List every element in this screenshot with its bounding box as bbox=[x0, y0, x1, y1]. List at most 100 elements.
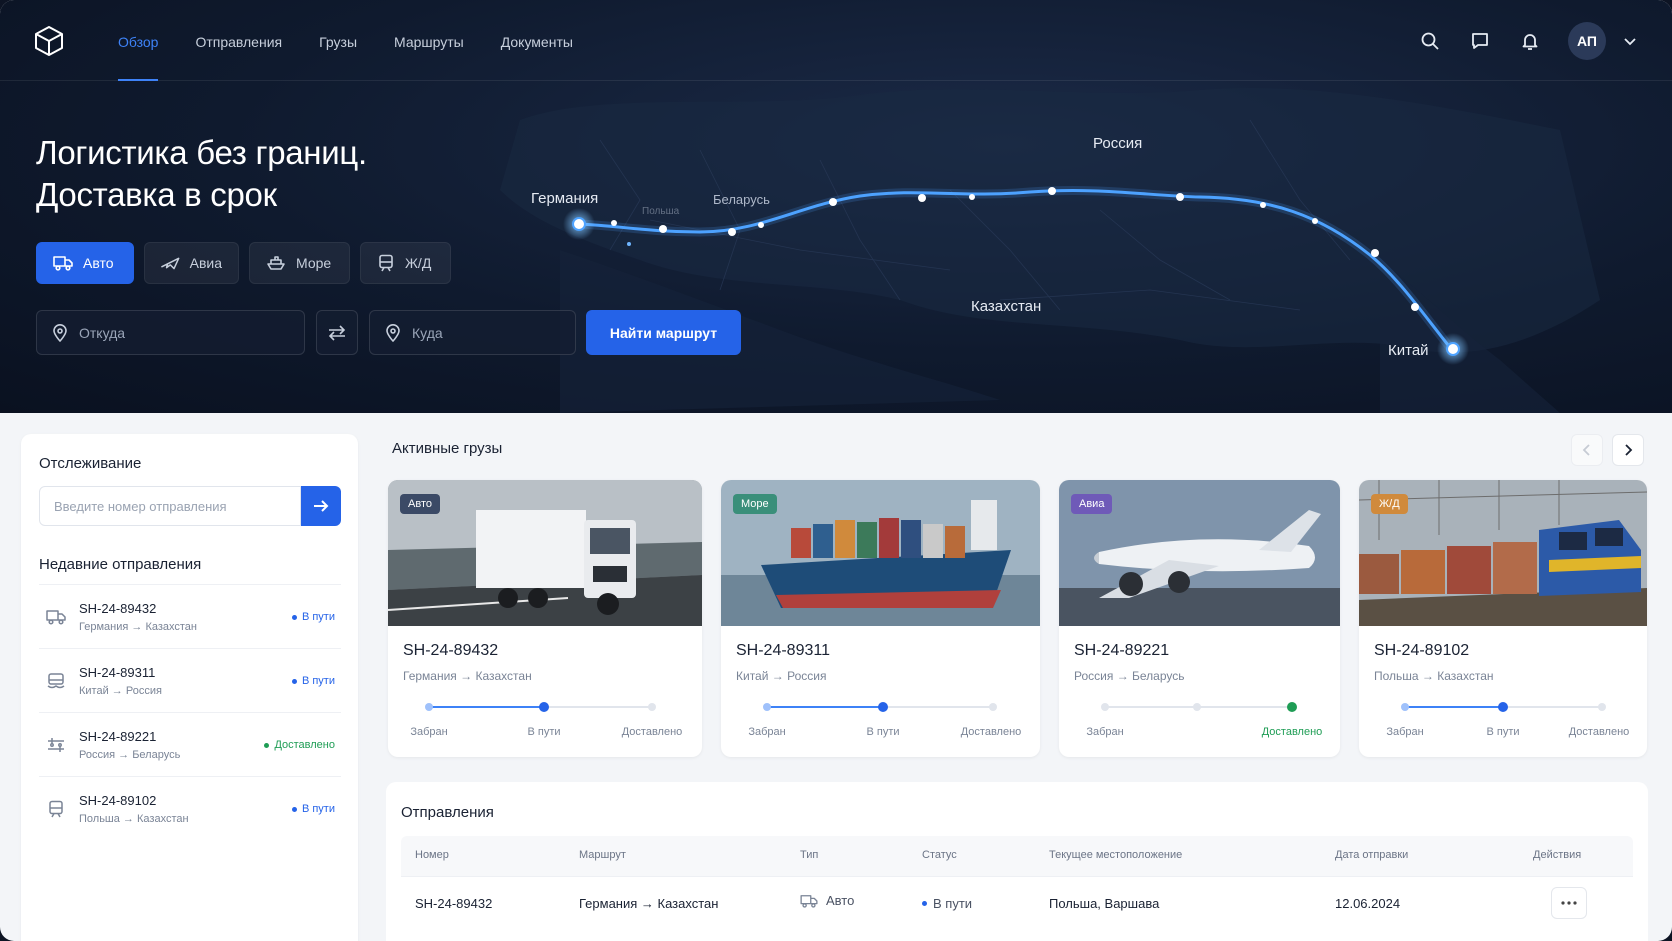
cargo-card[interactable]: Море SH-24-89311 Китай → Россия Забран В… bbox=[721, 480, 1040, 757]
route-from: Германия bbox=[579, 896, 638, 911]
ship-icon bbox=[45, 670, 67, 692]
more-dots-icon bbox=[1561, 901, 1577, 905]
nav-cargo[interactable]: Грузы bbox=[319, 0, 357, 81]
avatar[interactable]: АП bbox=[1568, 22, 1606, 60]
stage-picked: Забран bbox=[1086, 726, 1124, 738]
row-actions-button[interactable] bbox=[1551, 887, 1587, 919]
route-from: Китай bbox=[736, 669, 769, 683]
chevron-down-icon[interactable] bbox=[1618, 29, 1642, 53]
train-icon bbox=[45, 798, 67, 820]
origin-input[interactable] bbox=[79, 324, 259, 341]
route-to: Беларусь bbox=[132, 748, 181, 761]
tracking-submit-button[interactable] bbox=[301, 486, 341, 526]
route-from: Россия bbox=[1074, 669, 1114, 683]
status-badge: В пути bbox=[291, 611, 335, 623]
nav-documents[interactable]: Документы bbox=[501, 0, 573, 81]
top-actions: АП bbox=[1418, 22, 1642, 60]
card-badge: Ж/Д bbox=[1371, 494, 1408, 514]
recent-item[interactable]: SH-24-89221 Россия → Беларусь Доставлено bbox=[39, 712, 341, 776]
cargo-card[interactable]: Ж/Д SH-24-89102 Польша → Казахстан Забра… bbox=[1359, 480, 1647, 757]
col-status: Статус bbox=[922, 849, 957, 861]
destination-input[interactable] bbox=[412, 324, 552, 341]
main-nav: Обзор Отправления Грузы Маршруты Докумен… bbox=[118, 0, 573, 81]
nav-overview[interactable]: Обзор bbox=[118, 0, 159, 81]
location-pin-icon bbox=[53, 323, 67, 342]
plane-icon bbox=[45, 734, 67, 756]
map-label-poland: Польша bbox=[642, 206, 680, 217]
recent-item[interactable]: SH-24-89102 Польша → Казахстан В пути bbox=[39, 776, 341, 840]
stage-delivered: Доставлено bbox=[1261, 726, 1323, 738]
find-route-button[interactable]: Найти маршрут bbox=[586, 310, 741, 355]
tracking-number-input[interactable] bbox=[39, 486, 301, 526]
status-badge: В пути bbox=[291, 675, 335, 687]
col-location: Текущее местоположение bbox=[1049, 849, 1183, 861]
route-to: Казахстан bbox=[1437, 669, 1494, 683]
route-to: Россия bbox=[125, 684, 162, 697]
location-pin-icon bbox=[386, 323, 400, 342]
recent-item-id: SH-24-89311 bbox=[79, 664, 156, 680]
status-label: Доставлено bbox=[274, 739, 335, 751]
route-from: Россия bbox=[79, 748, 116, 761]
stage-picked: Забран bbox=[410, 726, 448, 738]
chevron-left-icon bbox=[1582, 444, 1590, 456]
destination-field[interactable] bbox=[369, 310, 576, 355]
nav-routes[interactable]: Маршруты bbox=[394, 0, 464, 81]
mode-tab-air[interactable]: Авиа bbox=[144, 242, 239, 284]
cargo-card[interactable]: Авто SH-24-89432 Германия → Казахстан За… bbox=[388, 480, 702, 757]
card-badge: Авиа bbox=[1071, 494, 1113, 514]
recent-item-route: Германия → Казахстан bbox=[79, 620, 197, 633]
shipments-title: Отправления bbox=[401, 804, 494, 821]
stage-delivered: Доставлено bbox=[960, 726, 1022, 738]
mode-tab-rail[interactable]: Ж/Д bbox=[360, 242, 451, 284]
shipments-panel: Отправления Номер Маршрут Тип Статус Тек… bbox=[386, 782, 1648, 941]
ship-icon bbox=[267, 256, 285, 270]
recent-item[interactable]: SH-24-89311 Китай → Россия В пути bbox=[39, 648, 341, 712]
hero-section: Германия Польша Беларусь Россия Казахста… bbox=[0, 0, 1672, 413]
hero-title: Логистика без границ. Доставка в срок bbox=[36, 132, 367, 216]
carousel-prev-button[interactable] bbox=[1571, 434, 1603, 466]
truck-icon bbox=[45, 606, 67, 628]
bell-icon[interactable] bbox=[1518, 29, 1542, 53]
card-badge: Авто bbox=[400, 494, 440, 514]
transport-mode-tabs: Авто Авиа Море Ж/Д bbox=[36, 242, 451, 284]
card-id: SH-24-89311 bbox=[736, 642, 830, 659]
card-id: SH-24-89432 bbox=[403, 642, 499, 659]
row-type: Авто bbox=[800, 893, 854, 908]
card-id: SH-24-89102 bbox=[1374, 642, 1470, 659]
card-id: SH-24-89221 bbox=[1074, 642, 1170, 659]
col-number: Номер bbox=[415, 849, 449, 861]
swap-direction-button[interactable] bbox=[316, 310, 358, 355]
status-badge: В пути bbox=[922, 896, 972, 911]
chat-icon[interactable] bbox=[1468, 29, 1492, 53]
logo-cube-icon[interactable] bbox=[32, 24, 66, 58]
stage-transit: В пути bbox=[527, 726, 561, 738]
col-route: Маршрут bbox=[579, 849, 626, 861]
recent-item[interactable]: SH-24-89432 Германия → Казахстан В пути bbox=[39, 584, 341, 648]
route-to: Россия bbox=[787, 669, 827, 683]
route-to: Беларусь bbox=[1132, 669, 1185, 683]
recent-item-id: SH-24-89432 bbox=[79, 600, 157, 616]
stage-delivered: Доставлено bbox=[621, 726, 683, 738]
progress-tracker bbox=[763, 702, 997, 712]
mode-tab-sea[interactable]: Море bbox=[249, 242, 350, 284]
row-location: Польша, Варшава bbox=[1049, 896, 1160, 911]
swap-arrows-icon bbox=[328, 324, 346, 341]
app-window: Германия Польша Беларусь Россия Казахста… bbox=[0, 0, 1672, 941]
mode-tab-auto[interactable]: Авто bbox=[36, 242, 134, 284]
recent-item-route: Китай → Россия bbox=[79, 684, 162, 697]
carousel-next-button[interactable] bbox=[1612, 434, 1644, 466]
cargo-card[interactable]: Авиа SH-24-89221 Россия → Беларусь Забра… bbox=[1059, 480, 1340, 757]
search-icon[interactable] bbox=[1418, 29, 1442, 53]
tracking-title: Отслеживание bbox=[39, 455, 142, 472]
stage-transit: В пути bbox=[866, 726, 900, 738]
origin-field[interactable] bbox=[36, 310, 305, 355]
progress-tracker bbox=[1401, 702, 1606, 712]
table-row[interactable]: SH-24-89432 Германия → Казахстан Авто В … bbox=[401, 876, 1633, 928]
chevron-right-icon bbox=[1625, 444, 1633, 456]
table-header: Номер Маршрут Тип Статус Текущее местопо… bbox=[401, 836, 1633, 876]
mode-tab-auto-label: Авто bbox=[83, 255, 114, 271]
row-status: В пути bbox=[933, 896, 973, 911]
route-to: Казахстан bbox=[145, 620, 197, 633]
stage-picked: Забран bbox=[748, 726, 786, 738]
nav-shipments[interactable]: Отправления bbox=[195, 0, 282, 81]
